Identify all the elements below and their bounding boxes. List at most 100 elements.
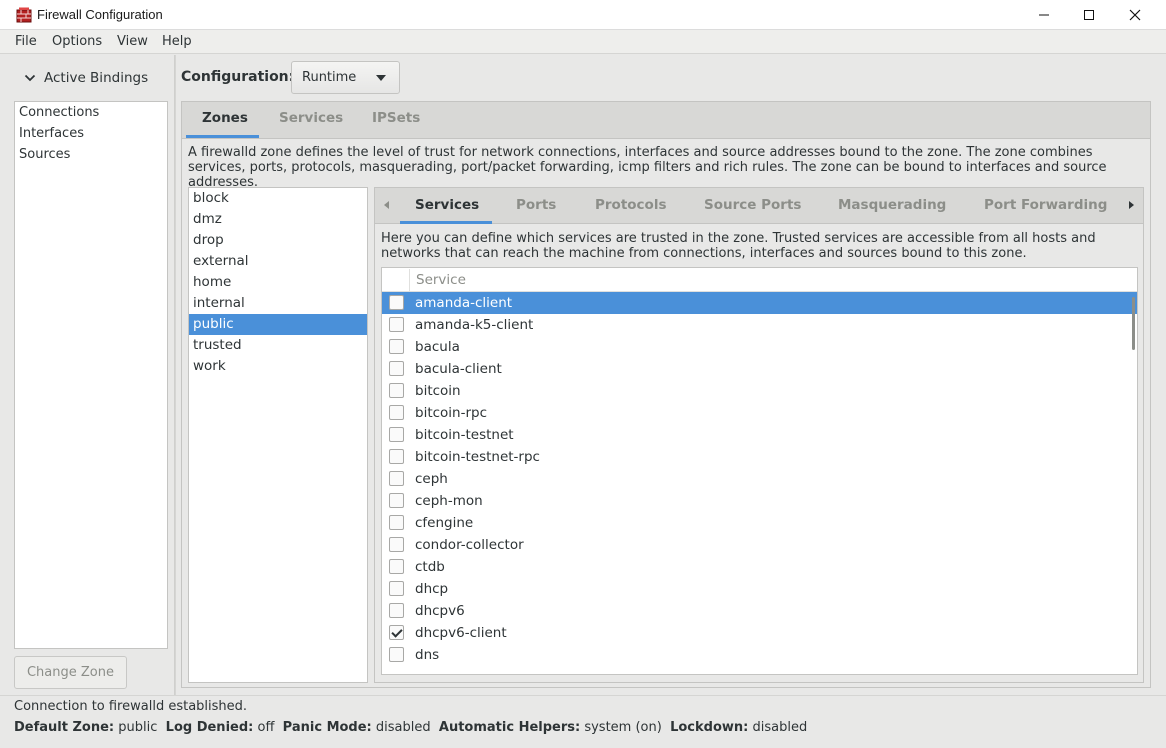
services-scrollbar[interactable]: [1132, 297, 1135, 350]
service-row[interactable]: cfengine: [382, 512, 1137, 534]
menu-view[interactable]: View: [117, 34, 148, 49]
menu-file[interactable]: File: [15, 34, 37, 49]
status-summary: Default Zone: public Log Denied: off Pan…: [14, 720, 807, 735]
column-header-service[interactable]: Service: [416, 272, 466, 288]
lockdown-value: disabled: [752, 720, 808, 735]
services-description: Here you can define which services are t…: [381, 231, 1096, 261]
tab-zones[interactable]: Zones: [202, 110, 248, 126]
service-row[interactable]: ceph: [382, 468, 1137, 490]
service-checkbox[interactable]: [389, 537, 404, 552]
service-checkbox[interactable]: [389, 361, 404, 376]
zone-item-public[interactable]: public: [189, 314, 367, 335]
service-name: bitcoin-rpc: [415, 405, 488, 421]
zone-description: A firewalld zone defines the level of tr…: [188, 145, 1107, 190]
service-name: condor-collector: [415, 537, 524, 553]
service-row[interactable]: ceph-mon: [382, 490, 1137, 512]
active-bindings-label: Active Bindings: [44, 70, 149, 86]
tab-scroll-right-icon[interactable]: [1125, 198, 1139, 212]
service-row[interactable]: bacula-client: [382, 358, 1137, 380]
service-checkbox[interactable]: [389, 295, 404, 310]
close-icon: [1129, 9, 1141, 21]
service-row[interactable]: dhcpv6-client: [382, 622, 1137, 644]
service-name: bitcoin: [415, 383, 461, 399]
pane-divider[interactable]: [174, 55, 176, 695]
zone-item-dmz[interactable]: dmz: [189, 209, 367, 230]
automatic-helpers-label: Automatic Helpers:: [438, 720, 581, 735]
tab-zone-source-ports[interactable]: Source Ports: [704, 197, 801, 213]
tab-scroll-left-icon[interactable]: [379, 198, 393, 212]
configuration-dropdown[interactable]: Runtime: [291, 61, 400, 94]
service-name: dhcpv6-client: [415, 625, 507, 641]
service-checkbox[interactable]: [389, 603, 404, 618]
service-row[interactable]: dhcpv6: [382, 600, 1137, 622]
service-checkbox[interactable]: [389, 647, 404, 662]
window-title: Firewall Configuration: [37, 7, 163, 22]
tab-zone-ports[interactable]: Ports: [516, 197, 556, 213]
service-name: dhcp: [415, 581, 449, 597]
maximize-icon: [1084, 10, 1094, 20]
zone-item-block[interactable]: block: [189, 188, 367, 209]
title-bar: [0, 0, 1166, 30]
default-zone-value: public: [118, 720, 158, 735]
minimize-button[interactable]: [1021, 0, 1067, 30]
service-row[interactable]: condor-collector: [382, 534, 1137, 556]
log-denied-label: Log Denied:: [165, 720, 254, 735]
close-button[interactable]: [1112, 0, 1158, 30]
tab-zone-protocols[interactable]: Protocols: [595, 197, 667, 213]
binding-connections[interactable]: Connections: [19, 105, 99, 120]
service-checkbox[interactable]: [389, 339, 404, 354]
service-checkbox[interactable]: [389, 559, 404, 574]
service-row[interactable]: dns: [382, 644, 1137, 666]
service-name: cfengine: [415, 515, 474, 531]
zone-item-trusted[interactable]: trusted: [189, 335, 367, 356]
service-checkbox[interactable]: [389, 471, 404, 486]
tab-zone-port-forwarding[interactable]: Port Forwarding: [984, 197, 1107, 213]
service-checkbox[interactable]: [389, 625, 404, 640]
binding-interfaces[interactable]: Interfaces: [19, 126, 84, 141]
service-name: ceph-mon: [415, 493, 483, 509]
zone-item-external[interactable]: external: [189, 251, 367, 272]
menu-options[interactable]: Options: [52, 34, 102, 49]
menu-help[interactable]: Help: [162, 34, 192, 49]
service-name: bitcoin-testnet-rpc: [415, 449, 540, 465]
service-row[interactable]: dhcp: [382, 578, 1137, 600]
service-row[interactable]: bitcoin-testnet-rpc: [382, 446, 1137, 468]
service-row[interactable]: ctdb: [382, 556, 1137, 578]
default-zone-label: Default Zone:: [14, 720, 115, 735]
panic-mode-label: Panic Mode:: [282, 720, 372, 735]
zone-item-drop[interactable]: drop: [189, 230, 367, 251]
active-tab-indicator: [186, 135, 259, 138]
service-checkbox[interactable]: [389, 581, 404, 596]
service-row[interactable]: bitcoin: [382, 380, 1137, 402]
change-zone-button[interactable]: Change Zone: [14, 656, 127, 689]
tab-zone-masquerading[interactable]: Masquerading: [838, 197, 946, 213]
service-row[interactable]: bitcoin-rpc: [382, 402, 1137, 424]
service-name: bacula: [415, 339, 460, 355]
zone-item-work[interactable]: work: [189, 356, 367, 377]
service-checkbox[interactable]: [389, 427, 404, 442]
dropdown-arrow-icon: [376, 75, 386, 81]
active-bindings-expander[interactable]: Active Bindings: [24, 69, 148, 87]
zone-list: block dmz drop external home internal pu…: [188, 187, 368, 683]
zone-item-home[interactable]: home: [189, 272, 367, 293]
service-checkbox[interactable]: [389, 493, 404, 508]
service-checkbox[interactable]: [389, 317, 404, 332]
connection-status: Connection to firewalld established.: [14, 699, 248, 714]
active-bindings-list: Connections Interfaces Sources: [14, 101, 168, 649]
service-row[interactable]: amanda-k5-client: [382, 314, 1137, 336]
tab-zone-services[interactable]: Services: [415, 197, 479, 213]
service-checkbox[interactable]: [389, 515, 404, 530]
menu-bar: File Options View Help: [0, 30, 1166, 54]
service-row[interactable]: bacula: [382, 336, 1137, 358]
services-table-header: [382, 268, 1137, 292]
service-row[interactable]: bitcoin-testnet: [382, 424, 1137, 446]
service-checkbox[interactable]: [389, 383, 404, 398]
service-checkbox[interactable]: [389, 449, 404, 464]
service-row[interactable]: amanda-client: [382, 292, 1137, 314]
maximize-button[interactable]: [1066, 0, 1112, 30]
zone-item-internal[interactable]: internal: [189, 293, 367, 314]
service-checkbox[interactable]: [389, 405, 404, 420]
tab-services[interactable]: Services: [279, 110, 343, 126]
tab-ipsets[interactable]: IPSets: [372, 110, 420, 126]
binding-sources[interactable]: Sources: [19, 147, 70, 162]
